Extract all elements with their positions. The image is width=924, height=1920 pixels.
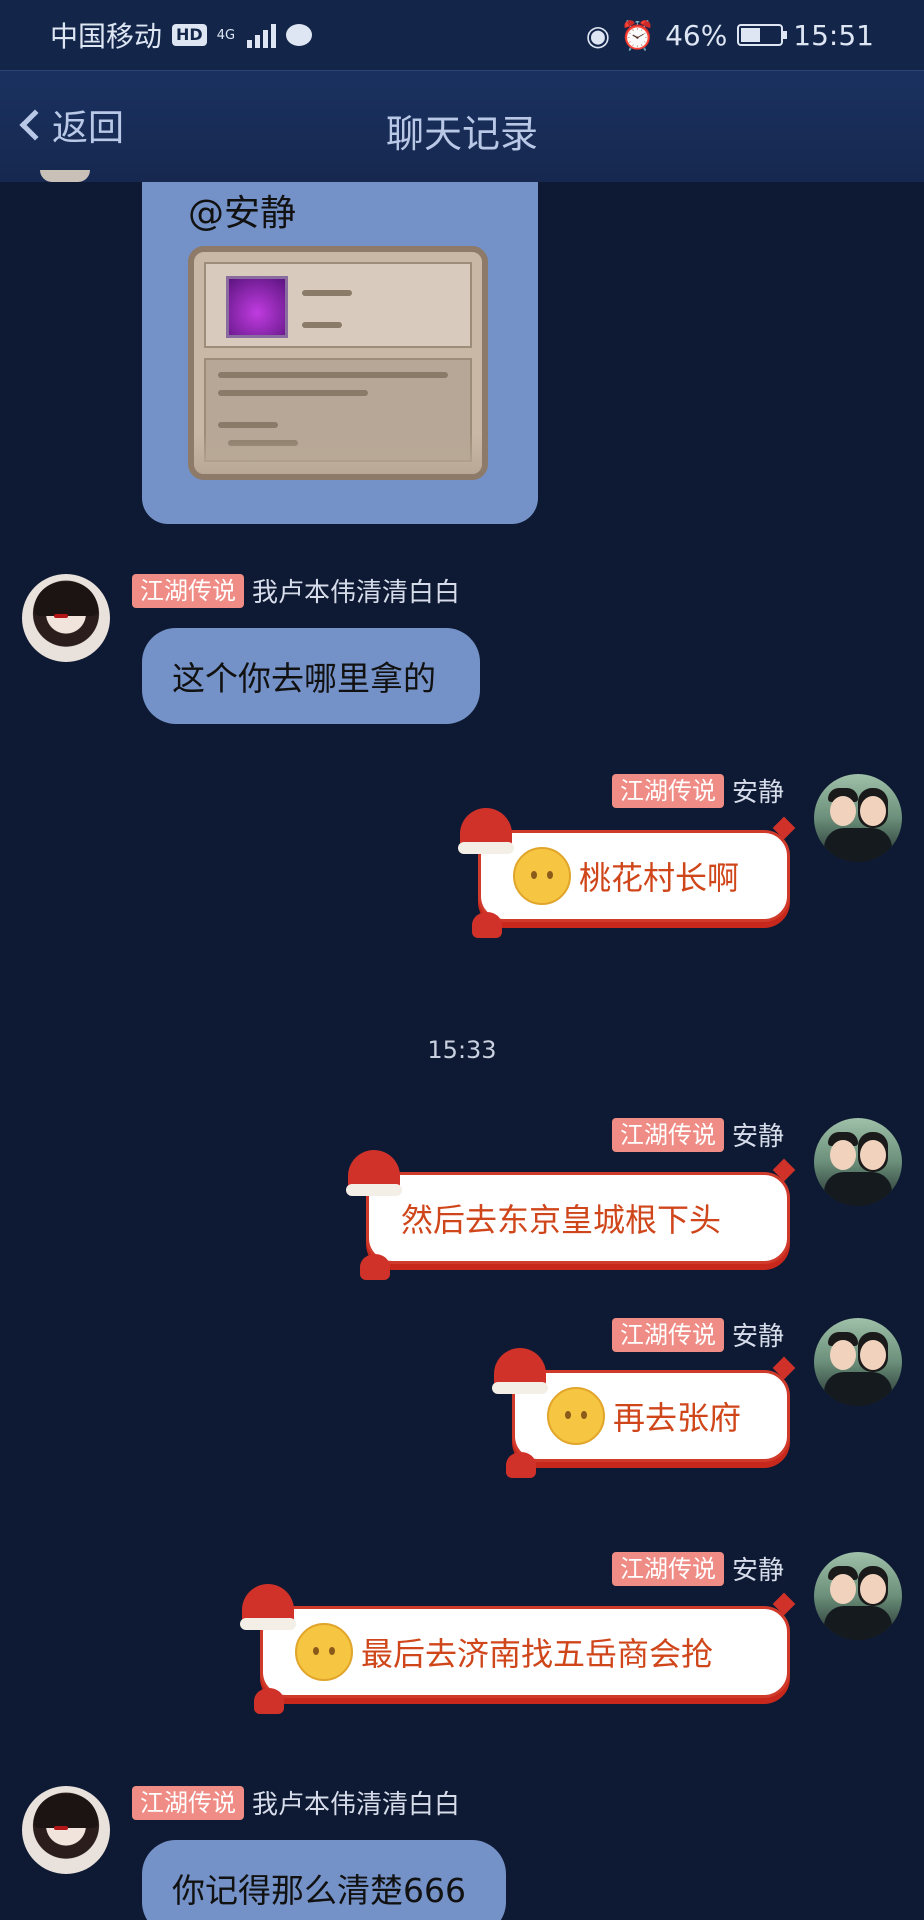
sender-line: 江湖传说 安静: [612, 1116, 784, 1153]
message-bubble[interactable]: 再去张府: [492, 1348, 796, 1478]
sender-name: 安静: [732, 778, 785, 808]
bell-icon: [506, 1452, 536, 1478]
title-badge: 江湖传说: [612, 1117, 724, 1152]
sender-name: 安静: [732, 1122, 785, 1152]
clock: 15:51: [793, 18, 874, 52]
smiley-emoji-icon: [295, 1623, 353, 1681]
nav-header: 返回 聊天记录: [0, 70, 924, 182]
avatar[interactable]: [814, 1318, 902, 1406]
avatar[interactable]: [22, 574, 110, 662]
santa-hat-icon: [240, 1584, 296, 1630]
image-message-bubble[interactable]: @安静: [142, 182, 538, 524]
title-badge: 江湖传说: [132, 1785, 244, 1820]
signal-icon: [247, 22, 277, 48]
game-screenshot-image[interactable]: [188, 246, 488, 480]
santa-hat-icon: [346, 1150, 402, 1196]
message-bubble[interactable]: 这个你去哪里拿的: [142, 628, 480, 724]
message-bubble[interactable]: 最后去济南找五岳商会抢: [240, 1584, 796, 1714]
message-text: 然后去东京皇城根下头: [401, 1201, 722, 1239]
santa-hat-icon: [492, 1348, 548, 1394]
sender-name: 我卢本伟清清白白: [252, 1790, 461, 1820]
sender-name: 安静: [732, 1556, 785, 1586]
avatar[interactable]: [22, 1786, 110, 1874]
title-badge: 江湖传说: [612, 1551, 724, 1586]
sender-name: 安静: [732, 1322, 785, 1352]
network-label: 4G: [216, 27, 236, 43]
message-bubble[interactable]: 桃花村长啊: [458, 808, 796, 938]
santa-hat-icon: [458, 808, 514, 854]
message-text: 再去张府: [613, 1399, 742, 1437]
timestamp: 15:33: [427, 1036, 497, 1064]
message-bubble[interactable]: 你记得那么清楚666: [142, 1840, 506, 1920]
battery-percent: 46%: [665, 18, 728, 52]
battery-icon: [737, 24, 788, 46]
bell-icon: [472, 912, 502, 938]
message-bubble[interactable]: 然后去东京皇城根下头: [346, 1150, 796, 1280]
status-bar: 中国移动 HD 4G ◉ ⏰ 46% 15:51: [0, 0, 924, 70]
item-icon: [226, 276, 288, 338]
eye-icon: ◉: [585, 18, 611, 52]
sender-line: 江湖传说 我卢本伟清清白白: [132, 572, 460, 609]
smiley-emoji-icon: [513, 847, 571, 905]
bell-icon: [254, 1688, 284, 1714]
hd-badge: HD: [172, 24, 207, 46]
message-text: 最后去济南找五岳商会抢: [361, 1635, 714, 1673]
smiley-emoji-icon: [547, 1387, 605, 1445]
mention-text: @安静: [188, 193, 297, 234]
message-text: 桃花村长啊: [579, 859, 740, 897]
title-badge: 江湖传说: [132, 573, 244, 608]
sender-line: 江湖传说 安静: [612, 1316, 784, 1353]
sender-name: 我卢本伟清清白白: [252, 578, 461, 608]
title-badge: 江湖传说: [612, 1317, 724, 1352]
message-text: 你记得那么清楚666: [172, 1871, 466, 1910]
message-text: 这个你去哪里拿的: [172, 659, 436, 698]
sender-line: 江湖传说 安静: [612, 772, 784, 809]
title-badge: 江湖传说: [612, 773, 724, 808]
message-icon: [286, 24, 313, 46]
page-title: 聊天记录: [385, 112, 538, 156]
avatar[interactable]: [814, 774, 902, 862]
avatar[interactable]: [814, 1118, 902, 1206]
bell-icon: [360, 1254, 390, 1280]
carrier-label: 中国移动: [50, 20, 163, 53]
avatar[interactable]: [814, 1552, 902, 1640]
avatar[interactable]: [40, 170, 90, 182]
sender-line: 江湖传说 安静: [612, 1550, 784, 1587]
alarm-icon: ⏰: [620, 18, 656, 52]
sender-line: 江湖传说 我卢本伟清清白白: [132, 1784, 460, 1821]
